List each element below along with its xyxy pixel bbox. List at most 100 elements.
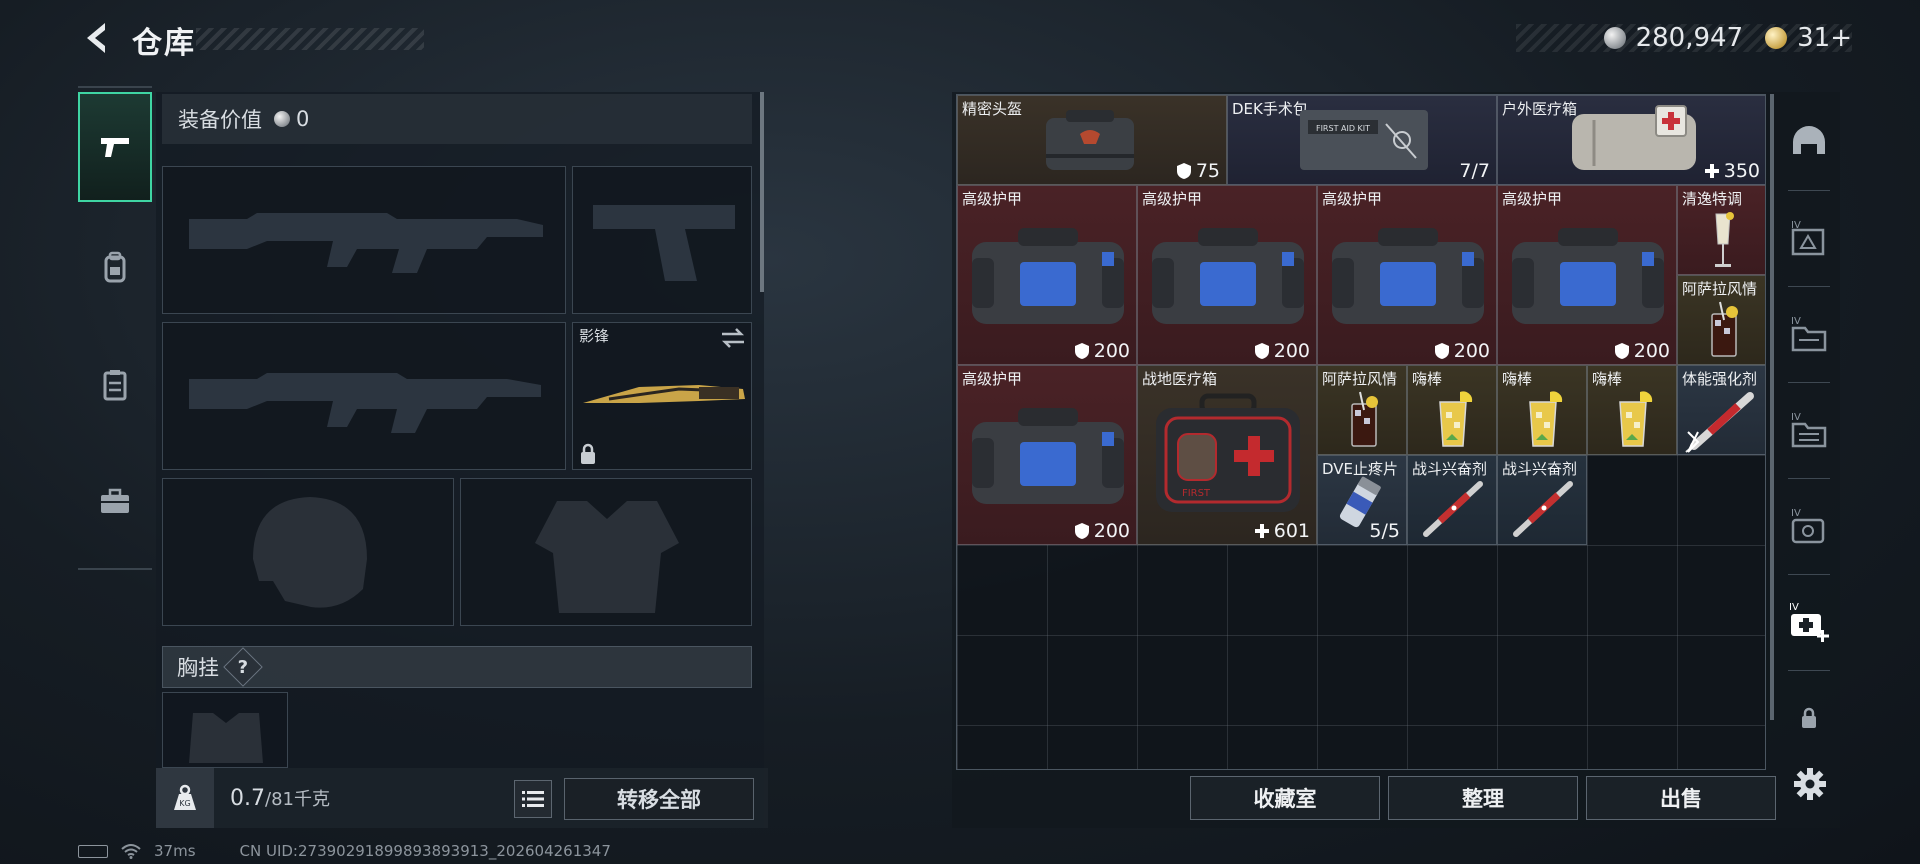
backpack-icon: [104, 251, 126, 283]
lemonade-drink-icon: [1529, 391, 1563, 447]
page-title: 仓库: [132, 26, 196, 61]
knife-icon: [583, 385, 745, 403]
stash-item[interactable]: 嗨棒: [1497, 365, 1587, 455]
toolbox-icon: [101, 488, 129, 513]
svg-text:IV: IV: [1791, 412, 1801, 423]
helmet-tab-icon: [1793, 126, 1825, 154]
item-stat: 5/5: [1369, 520, 1400, 542]
stash-item[interactable]: DVE止疼片 5/5: [1317, 455, 1407, 545]
tab-stash-2[interactable]: IV: [1778, 390, 1840, 470]
melee-slot[interactable]: 影锋: [572, 322, 752, 470]
item-name: 阿萨拉风情: [1322, 370, 1398, 388]
tab-chest-rig[interactable]: [78, 330, 152, 440]
stash-item[interactable]: 精密头盔 75: [957, 95, 1227, 185]
carry-weight: 0.7/81千克: [230, 785, 330, 811]
item-name: 战斗兴奋剂: [1502, 460, 1578, 478]
primary-weapon-slot[interactable]: [162, 166, 566, 314]
cola-drink-icon: [1711, 301, 1738, 357]
chest-rig-header: 胸挂 ?: [162, 646, 752, 688]
vest-icon: [103, 370, 127, 401]
stash-tab-1-icon: IV: [1791, 508, 1825, 544]
stash-item[interactable]: 战斗兴奋剂: [1497, 455, 1587, 545]
stash-item[interactable]: 嗨棒: [1587, 365, 1677, 455]
battery-icon: [78, 844, 108, 858]
item-name: 战斗兴奋剂: [1412, 460, 1488, 478]
item-stat: 200: [1074, 340, 1130, 362]
gear-icon: [1794, 768, 1826, 800]
tab-toolbox[interactable]: [78, 446, 152, 556]
stash-item[interactable]: DEK手术包 FIRST AID KIT 7/7: [1227, 95, 1497, 185]
tab-helmet-stash[interactable]: [1778, 102, 1840, 182]
stash-item[interactable]: 高级护甲 200: [957, 365, 1137, 545]
tab-medical-stash[interactable]: IV: [1778, 582, 1840, 662]
melee-name: 影锋: [579, 327, 610, 345]
tab-stash-3[interactable]: IV: [1778, 294, 1840, 374]
silver-currency-value: 280,947: [1635, 23, 1744, 53]
wifi-icon: [121, 844, 141, 859]
equip-value: 0: [296, 107, 310, 131]
stash-page-tabs: IV IV IV IV IV: [1778, 94, 1840, 794]
item-name: 嗨棒: [1502, 370, 1533, 388]
tab-weapons[interactable]: [78, 92, 152, 202]
stash-item[interactable]: 高级护甲 200: [1497, 185, 1677, 365]
pistol-icon: [101, 138, 129, 157]
equipment-scrollbar[interactable]: [760, 92, 764, 292]
stash-scrollbar[interactable]: [1770, 94, 1774, 720]
secondary-weapon-slot[interactable]: [162, 322, 566, 470]
swap-icon[interactable]: [719, 327, 747, 349]
item-stat: 7/7: [1459, 160, 1490, 182]
stash-item[interactable]: 高级护甲 200: [957, 185, 1137, 365]
stash-item[interactable]: 户外医疗箱 350: [1497, 95, 1765, 185]
lemonade-drink-icon: [1619, 391, 1653, 447]
stash-tab-2-icon: IV: [1791, 412, 1827, 448]
equipment-value-bar: 装备价值 0: [162, 94, 752, 144]
armor-slot[interactable]: [460, 478, 752, 626]
svg-text:FIRST: FIRST: [1182, 488, 1211, 499]
tab-locked[interactable]: [1778, 678, 1840, 758]
stash-item[interactable]: 战斗兴奋剂: [1407, 455, 1497, 545]
stash-item[interactable]: 嗨棒: [1407, 365, 1497, 455]
currency-bar: 280,947 31+: [1516, 23, 1852, 53]
settings-button[interactable]: [1790, 764, 1830, 804]
svg-text:IV: IV: [1791, 316, 1801, 327]
syringe-icon: [1685, 392, 1754, 453]
helmet-slot[interactable]: [162, 478, 454, 626]
sell-button[interactable]: 出售: [1586, 776, 1776, 820]
tab-stash-1[interactable]: IV: [1778, 486, 1840, 566]
transfer-all-button[interactable]: 转移全部: [564, 778, 754, 820]
stash-item[interactable]: 高级护甲 200: [1317, 185, 1497, 365]
back-arrow-icon: [87, 23, 105, 53]
list-view-button[interactable]: [514, 780, 552, 818]
weight-max: /81千克: [265, 789, 330, 810]
stash-item[interactable]: 高级护甲 200: [1137, 185, 1317, 365]
shield-icon: [1614, 343, 1629, 359]
chest-rig-slot[interactable]: [162, 692, 288, 768]
gold-coin-icon: [1765, 27, 1788, 49]
help-icon[interactable]: ?: [223, 647, 263, 687]
plus-icon: [1704, 164, 1719, 178]
vest-silhouette-icon: [535, 501, 679, 613]
back-button[interactable]: [78, 18, 114, 58]
armor-bag-icon: [972, 408, 1124, 504]
item-name: 战地医疗箱: [1142, 370, 1218, 388]
collection-room-button[interactable]: 收藏室: [1190, 776, 1380, 820]
tab-backpack[interactable]: [78, 212, 152, 322]
item-name: 高级护甲: [962, 370, 1023, 388]
sidearm-slot[interactable]: [572, 166, 752, 314]
armor-bag-icon: [1512, 228, 1664, 324]
stash-item[interactable]: 阿萨拉风情: [1677, 275, 1765, 365]
stash-item[interactable]: 清逸特调: [1677, 185, 1765, 275]
stash-item[interactable]: 体能强化剂: [1677, 365, 1765, 455]
item-name: 阿萨拉风情: [1682, 280, 1758, 298]
tab-stash-4[interactable]: IV: [1778, 198, 1840, 278]
armor-bag-icon: [972, 228, 1124, 324]
armor-bag-icon: [1332, 228, 1484, 324]
item-stat: 350: [1704, 160, 1760, 182]
item-stat: 200: [1074, 520, 1130, 542]
organize-button[interactable]: 整理: [1388, 776, 1578, 820]
stash-item[interactable]: 战地医疗箱 FIRST 601: [1137, 365, 1317, 545]
stash-item[interactable]: 阿萨拉风情: [1317, 365, 1407, 455]
item-name: 高级护甲: [1322, 190, 1383, 208]
stash-tab-3-icon: IV: [1791, 316, 1827, 352]
helmet-bag-icon: [1046, 110, 1134, 170]
